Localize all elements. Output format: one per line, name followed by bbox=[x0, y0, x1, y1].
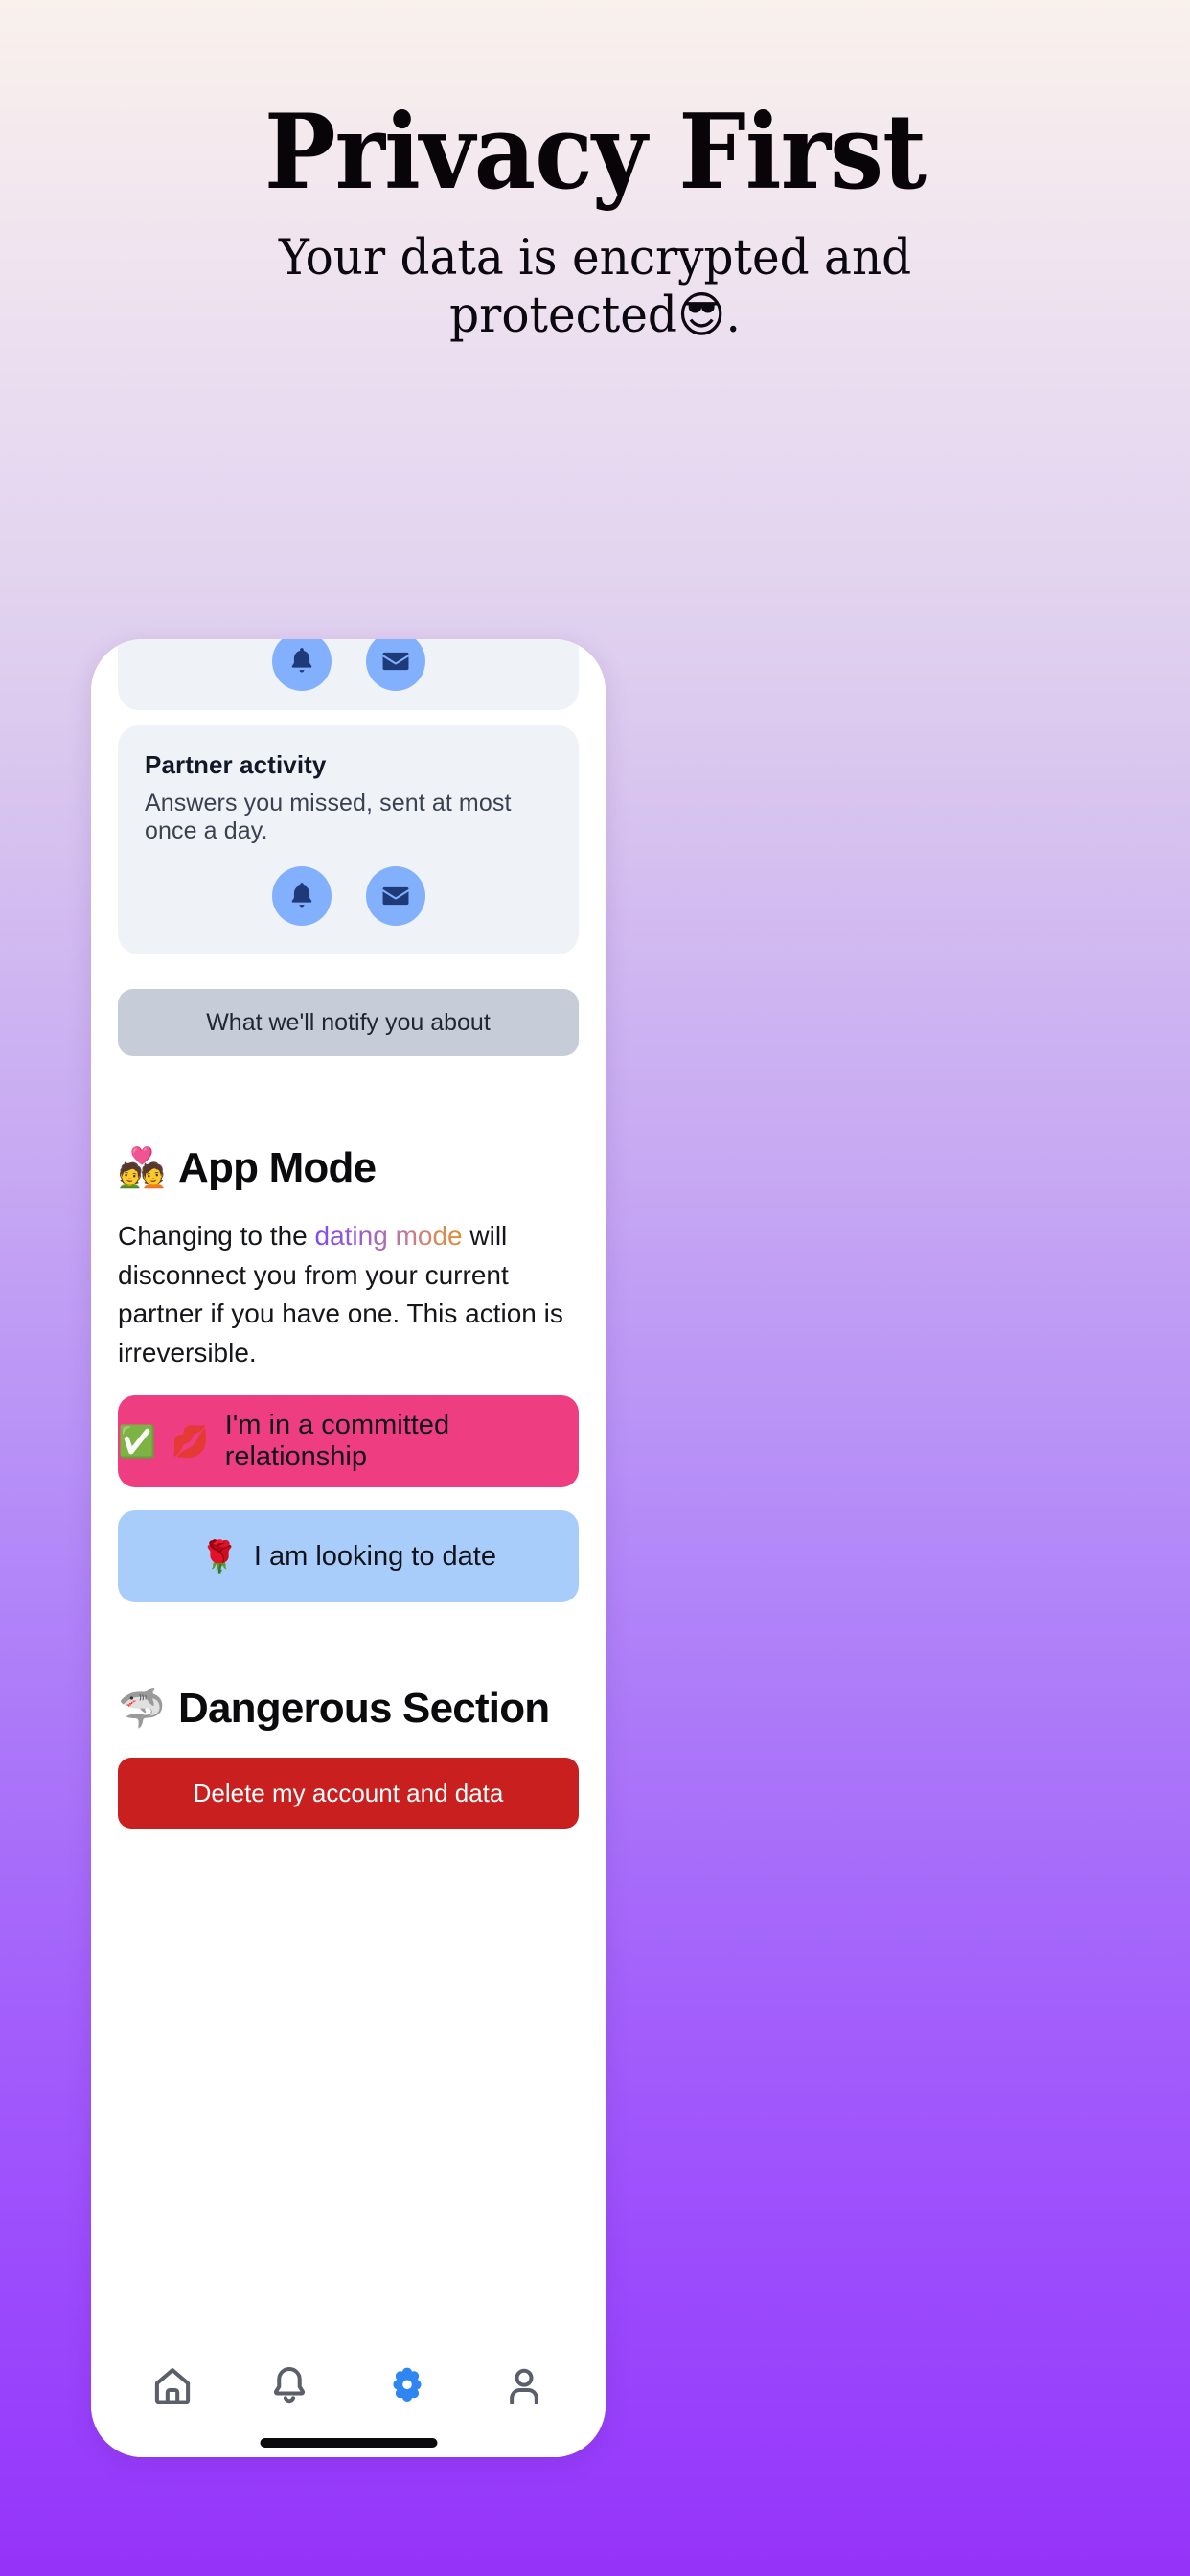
kiss-mark-emoji: 💋 bbox=[171, 1423, 210, 1460]
home-indicator bbox=[260, 2438, 437, 2448]
dangerous-section: 🦈 Dangerous Section Delete my account an… bbox=[118, 1685, 579, 1829]
description-before: Changing to the bbox=[118, 1221, 315, 1251]
partner-activity-description: Answers you missed, sent at most once a … bbox=[145, 790, 512, 844]
partner-activity-icons bbox=[145, 866, 552, 926]
committed-relationship-button[interactable]: ✅ 💋 I'm in a committed relationship bbox=[118, 1395, 579, 1488]
what-we-notify-button[interactable]: What we'll notify you about bbox=[118, 989, 579, 1056]
page-subtitle: Your data is encrypted and protected😎. bbox=[30, 230, 1160, 344]
app-mode-section: 💑 App Mode Changing to the dating mode w… bbox=[118, 1144, 579, 1603]
nav-profile[interactable] bbox=[478, 2353, 570, 2420]
rose-emoji: 🌹 bbox=[200, 1538, 239, 1576]
subtitle-line-1: Your data is encrypted and bbox=[278, 230, 912, 287]
phone-screen: Partner activity Answers you missed, sen… bbox=[91, 639, 606, 2457]
bell-icon[interactable] bbox=[271, 639, 332, 691]
person-icon bbox=[510, 2368, 538, 2404]
hero-section: Privacy First Your data is encrypted and… bbox=[0, 0, 1190, 344]
settings-screen-body: Partner activity Answers you missed, sen… bbox=[91, 639, 606, 2334]
bell-icon bbox=[274, 2366, 306, 2403]
gear-icon bbox=[393, 2367, 422, 2402]
nav-notifications[interactable] bbox=[243, 2353, 335, 2420]
dangerous-section-heading-label: Dangerous Section bbox=[178, 1685, 550, 1733]
bottom-navigation-bar bbox=[91, 2334, 606, 2457]
looking-to-date-button[interactable]: 🌹 I am looking to date bbox=[118, 1510, 579, 1603]
page-title: Privacy First bbox=[263, 92, 927, 213]
committed-relationship-label: I'm in a committed relationship bbox=[224, 1410, 450, 1473]
check-mark-emoji: ✅ bbox=[118, 1423, 156, 1460]
phone-mockup: Partner activity Answers you missed, sen… bbox=[91, 639, 606, 2457]
home-icon bbox=[155, 2367, 191, 2404]
dating-mode-highlight: dating mode bbox=[314, 1221, 463, 1251]
partner-activity-title: Partner activity bbox=[145, 750, 327, 779]
envelope-icon[interactable] bbox=[365, 866, 425, 926]
sunglasses-emoji: 😎 bbox=[676, 287, 726, 344]
app-mode-heading-label: App Mode bbox=[178, 1144, 377, 1191]
app-mode-heading: 💑 App Mode bbox=[118, 1144, 579, 1192]
couple-with-heart-emoji: 💑 bbox=[118, 1146, 166, 1190]
app-mode-description: Changing to the dating mode will disconn… bbox=[118, 1217, 579, 1372]
partner-activity-card: Partner activity Answers you missed, sen… bbox=[118, 725, 579, 954]
bell-icon[interactable] bbox=[271, 866, 332, 926]
subtitle-period: . bbox=[725, 287, 741, 344]
shark-emoji: 🦈 bbox=[118, 1687, 166, 1732]
nav-settings[interactable] bbox=[361, 2353, 453, 2420]
nav-home[interactable] bbox=[126, 2353, 218, 2420]
envelope-icon[interactable] bbox=[365, 639, 425, 691]
subtitle-line-2: protected bbox=[449, 287, 677, 344]
dangerous-section-heading: 🦈 Dangerous Section bbox=[118, 1685, 579, 1733]
looking-to-date-label: I am looking to date bbox=[253, 1540, 496, 1572]
delete-account-button[interactable]: Delete my account and data bbox=[118, 1758, 579, 1829]
top-notification-card bbox=[118, 639, 579, 710]
